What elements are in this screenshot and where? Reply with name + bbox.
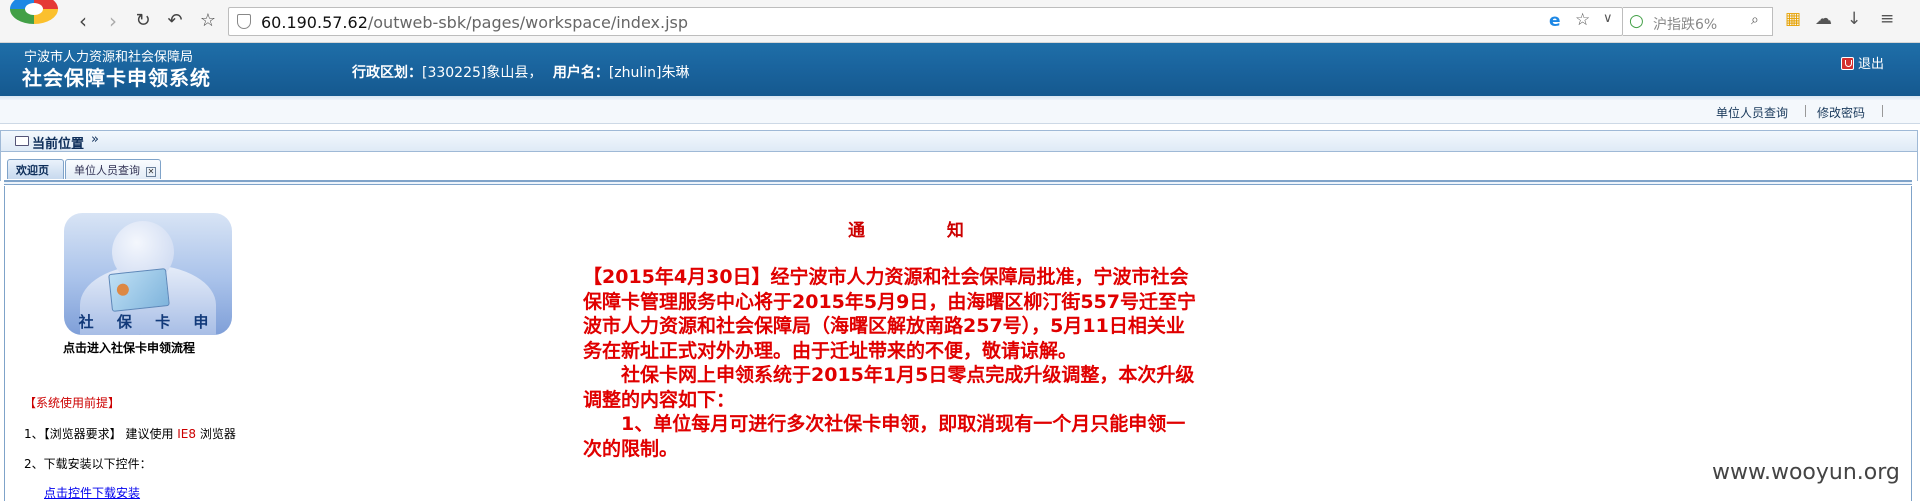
region-label: 行政区划：: [352, 65, 422, 81]
search-engine-icon: ○: [1629, 11, 1644, 31]
cloud-icon[interactable]: ☁: [1815, 9, 1832, 29]
browser-logo-icon: [10, 0, 58, 24]
apps-icon[interactable]: ▦: [1785, 9, 1801, 29]
ie-icon[interactable]: e: [1549, 11, 1561, 31]
menu-icon[interactable]: ≡: [1880, 9, 1894, 29]
user-info: 行政区划：[330225]象山县， 用户名：[zhulin]朱琳: [352, 62, 690, 82]
tab-label: 单位人员查询: [74, 164, 140, 177]
undo-icon[interactable]: ↶: [162, 8, 188, 34]
browser-toolbar: ‹ › ↻ ↶ ☆ 60.190.57.62/outweb-sbk/pages/…: [0, 0, 1920, 43]
url-text[interactable]: 60.190.57.62/outweb-sbk/pages/workspace/…: [261, 13, 688, 32]
search-input[interactable]: 沪指跌6%: [1653, 14, 1717, 34]
url-path: /outweb-sbk/pages/workspace/index.jsp: [367, 13, 689, 32]
control-install-note: 2、下载安装以下控件：: [24, 457, 152, 471]
browser-req-suffix: 浏览器: [196, 427, 236, 441]
star-icon[interactable]: ☆: [195, 8, 221, 34]
back-icon[interactable]: ‹: [70, 8, 96, 34]
browser-requirement: 1、【浏览器要求】 建议使用 IE8 浏览器: [24, 425, 236, 442]
close-icon[interactable]: ✕: [146, 167, 156, 177]
tab-welcome[interactable]: 欢迎页: [7, 159, 64, 179]
card-apply-image[interactable]: 社 保 卡 申 领: [64, 213, 232, 335]
app-header: 宁波市人力资源和社会保障局 社会保障卡申领系统 行政区划：[330225]象山县…: [0, 43, 1920, 96]
notice-title: 通 知: [848, 221, 1002, 241]
url-bar[interactable]: 60.190.57.62/outweb-sbk/pages/workspace/…: [228, 7, 1623, 36]
location-bar: 当前位置 »: [0, 130, 1918, 152]
control-download-link[interactable]: 点击控件下载安装: [44, 484, 140, 501]
browser-req-prefix: 1、【浏览器要求】 建议使用: [24, 427, 178, 441]
url-host: 60.190.57.62: [261, 13, 368, 32]
search-box[interactable]: ○ 沪指跌6% ⌕: [1623, 7, 1773, 36]
notice-body: 【2015年4月30日】经宁波市人力资源和社会保障局批准，宁波市社会保障卡管理服…: [583, 265, 1203, 461]
tab-divider: [4, 180, 1912, 185]
user-label: 用户名：: [552, 65, 609, 81]
notice-paragraph: 1、单位每月可进行多次社保卡申领，即取消现有一个月只能申领一次的限制。: [583, 413, 1186, 460]
bookmark-star-icon[interactable]: ☆: [1575, 10, 1590, 30]
watermark: www.wooyun.org: [1712, 460, 1900, 485]
location-label: 当前位置: [32, 137, 85, 152]
tab-bar: 欢迎页 单位人员查询 ✕: [0, 152, 1918, 181]
tab-unit-staff-query[interactable]: 单位人员查询 ✕: [65, 159, 161, 179]
user-value: [zhulin]朱琳: [608, 65, 690, 81]
search-icon[interactable]: ⌕: [1751, 12, 1759, 28]
link-unit-staff-query[interactable]: 单位人员查询: [1716, 104, 1788, 121]
notice-paragraph: 社保卡网上申领系统于2015年1月5日零点完成升级调整，本次升级调整的内容如下：: [583, 364, 1195, 411]
card-apply-label[interactable]: 点击进入社保卡申领流程: [63, 339, 195, 356]
link-separator: [1882, 105, 1883, 117]
download-icon[interactable]: ↓: [1847, 9, 1861, 29]
region-value: [330225]象山县，: [422, 65, 543, 81]
folder-icon: [15, 136, 29, 146]
logout-label: 退出: [1858, 57, 1885, 72]
logout-button[interactable]: 退出: [1841, 53, 1884, 72]
forward-icon[interactable]: ›: [100, 8, 126, 34]
browser-req-ie8: IE8: [177, 427, 197, 441]
chevron-down-icon[interactable]: ∨: [1603, 11, 1613, 26]
link-separator: [1805, 105, 1806, 117]
shield-icon: [237, 14, 251, 29]
reload-icon[interactable]: ↻: [130, 8, 156, 34]
top-links-bar: 单位人员查询 修改密码: [0, 100, 1920, 124]
power-icon: [1841, 57, 1854, 70]
prerequisite-title: 【系统使用前提】: [24, 396, 121, 410]
tab-label: 欢迎页: [16, 164, 49, 177]
link-change-password[interactable]: 修改密码: [1817, 104, 1865, 121]
chevron-right-icon: »: [91, 132, 99, 147]
card-caption: 社 保 卡 申 领: [78, 313, 218, 335]
system-title: 社会保障卡申领系统: [22, 66, 211, 90]
notice-paragraph: 【2015年4月30日】经宁波市人力资源和社会保障局批准，宁波市社会保障卡管理服…: [583, 266, 1196, 362]
social-security-card-icon: [108, 268, 170, 312]
